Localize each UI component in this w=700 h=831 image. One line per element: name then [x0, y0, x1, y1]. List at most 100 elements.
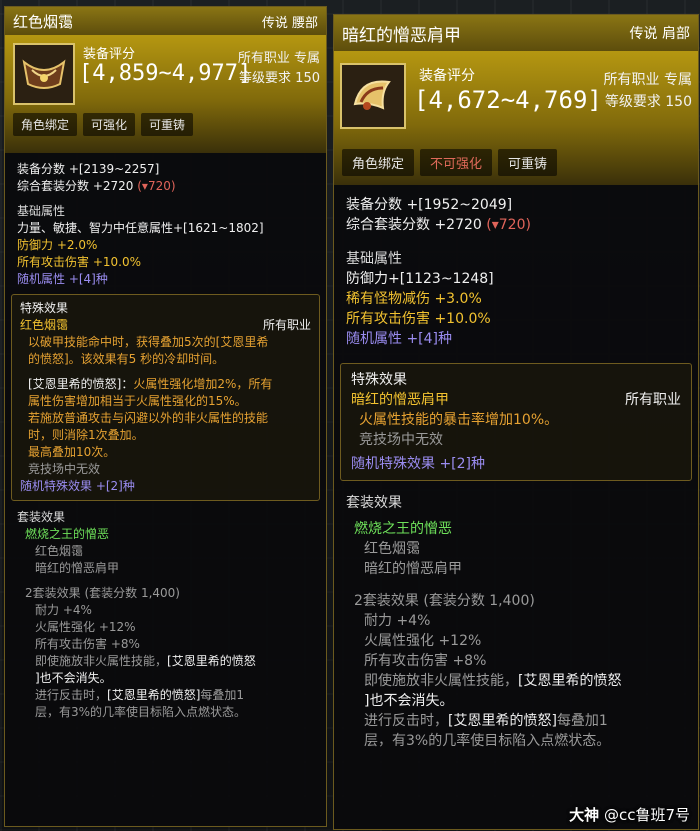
score-label: 装备评分: [83, 47, 136, 62]
set-name: 燃烧之王的憎恶: [25, 527, 110, 541]
base-attr-heading: 基础属性: [17, 204, 66, 218]
set-score-line: 综合套装分数 +2720 (▾720): [17, 178, 314, 195]
base-attr-3: 所有攻击伤害 +10.0%: [346, 311, 491, 327]
special-line: 竞技场中无效: [28, 462, 101, 476]
set-score-line: 综合套装分数 +2720 (▾720): [346, 215, 686, 235]
set-bonus-term: [艾恩里希的愤怒: [167, 654, 256, 668]
set-bonus-line: 所有攻击伤害 +8%: [364, 653, 487, 669]
item-grade-slot: 传说 肩部: [629, 26, 690, 42]
set-bonus-line: 火属性强化 +12%: [364, 633, 482, 649]
watermark: 大神 @cc鲁班7号: [569, 804, 690, 825]
tag-bind: 角色绑定: [13, 113, 78, 136]
special-name: 暗红的憎恶肩甲: [351, 392, 449, 408]
special-line: 最高叠加10次。: [28, 445, 116, 459]
tooltip-body: 装备分数 +[2139~2257] 综合套装分数 +2720 (▾720) 基础…: [5, 153, 326, 729]
set-item: 暗红的憎恶肩甲: [35, 561, 120, 575]
tag-bind: 角色绑定: [342, 149, 415, 176]
base-attr-2: 防御力 +2.0%: [17, 238, 98, 252]
set-bonus-term: [艾恩里希的愤怒: [518, 673, 622, 689]
set-bonus-text: 每叠加1: [556, 713, 608, 729]
special-line: 若施放普通攻击与闪避以外的非火属性的技能: [28, 411, 269, 425]
tooltip-header: 装备评分 [4,672~4,769] 所有职业 专属 等级要求 150 角色绑定…: [334, 51, 698, 185]
set-bonus-text: 即使施放非火属性技能，: [364, 673, 518, 689]
class-restriction: 所有职业 专属: [237, 51, 320, 66]
watermark-brand: 大神: [569, 806, 600, 824]
set-bonus-term: [艾恩里希的愤怒]: [107, 688, 201, 702]
tag-reinforce: 可强化: [83, 113, 136, 136]
special-class: 所有职业: [262, 318, 311, 332]
set-bonus-heading: 2套装效果 (套装分数 1,400): [25, 586, 180, 600]
score-range: [4,859~4,977]: [79, 61, 252, 86]
level-requirement: 等级要求 150: [239, 71, 320, 86]
set-bonus-line: 耐力 +4%: [35, 603, 92, 617]
set-bonus-text: 即使施放非火属性技能，: [35, 654, 168, 668]
random-attr: 随机属性 +[4]种: [17, 272, 108, 286]
set-score-drop: (▾720): [137, 179, 176, 193]
special-class: 所有职业: [625, 392, 681, 408]
item-tooltip-left: 红色烟霭 传说 腰部 装备评分 [4,859~4,977] 所有职业 专属 等级…: [4, 6, 327, 827]
special-text: 火属性强化增加2%，所有: [133, 377, 273, 391]
base-attr-2: 稀有怪物减伤 +3.0%: [346, 291, 482, 307]
special-random: 随机特殊效果 +[2]种: [20, 479, 135, 493]
special-effect-box: 特殊效果 红色烟霭 所有职业 以破甲技能命中时，获得叠加5次的[艾恩里希 的愤怒…: [11, 294, 320, 501]
set-score-drop: (▾720): [486, 217, 531, 233]
special-line: 竞技场中无效: [359, 432, 443, 448]
set-bonus-line: 层，有3%的几率使目标陷入点燃状态。: [364, 733, 611, 749]
set-bonus-line: 火属性强化 +12%: [35, 620, 136, 634]
set-bonus-line: 即使施放非火属性技能，[艾恩里希的愤怒: [17, 653, 314, 670]
item-tooltip-right: 暗红的憎恶肩甲 传说 肩部 装备评分 [4,672~4,769] 所有职业 专属…: [333, 14, 699, 830]
special-line: 以破甲技能命中时，获得叠加5次的[艾恩里希: [28, 335, 269, 349]
tag-row: 角色绑定 可强化 可重铸: [13, 113, 194, 136]
tooltip-header: 装备评分 [4,859~4,977] 所有职业 专属 等级要求 150 角色绑定…: [5, 35, 326, 153]
base-attr-1: 力量、敏捷、智力中任意属性+[1621~1802]: [17, 221, 264, 235]
tag-reforge: 可重铸: [498, 149, 558, 176]
level-requirement: 等级要求 150: [604, 94, 692, 110]
belt-icon: [13, 43, 75, 105]
score-range: [4,672~4,769]: [414, 86, 602, 114]
set-bonus-text: 进行反击时，: [364, 713, 448, 729]
set-bonus-text: 进行反击时，: [35, 688, 108, 702]
item-grade-slot: 传说 腰部: [261, 15, 318, 31]
watermark-handle: @cc鲁班7号: [603, 806, 690, 824]
set-bonus-line: 耐力 +4%: [364, 613, 431, 629]
set-bonus-line: 进行反击时，[艾恩里希的愤怒]每叠加1: [346, 711, 686, 731]
set-bonus-line: 所有攻击伤害 +8%: [35, 637, 140, 651]
set-bonus-term: [艾恩里希的愤怒]: [448, 713, 557, 729]
equip-score: 装备分数 +[1952~2049]: [346, 197, 513, 213]
item-name: 暗红的憎恶肩甲: [342, 25, 461, 46]
base-attr-3: 所有攻击伤害 +10.0%: [17, 255, 141, 269]
set-bonus-text: 每叠加1: [200, 688, 245, 702]
set-heading: 套装效果: [346, 495, 402, 511]
tooltip-titlebar: 红色烟霭 传说 腰部: [5, 7, 326, 35]
tooltip-titlebar: 暗红的憎恶肩甲 传说 肩部: [334, 15, 698, 51]
tooltip-body: 装备分数 +[1952~2049] 综合套装分数 +2720 (▾720) 基础…: [334, 185, 698, 761]
class-restriction: 所有职业 专属: [603, 72, 692, 88]
set-score: 综合套装分数 +2720: [346, 217, 482, 233]
special-line: 属性伤害增加相当于火属性强化的15%。: [28, 394, 247, 408]
set-bonus-line: ]也不会消失。: [364, 693, 454, 709]
random-attr: 随机属性 +[4]种: [346, 331, 453, 347]
special-term: [艾恩里希的愤怒]：: [28, 377, 134, 391]
special-line: 的愤怒]。该效果有5 秒的冷却时间。: [28, 352, 225, 366]
set-bonus-line: ]也不会消失。: [35, 671, 112, 685]
special-effect-box: 特殊效果 暗红的憎恶肩甲 所有职业 火属性技能的暴击率增加10%。 竞技场中无效…: [340, 363, 692, 481]
score-label: 装备评分: [419, 68, 475, 84]
base-attr-heading: 基础属性: [346, 251, 402, 267]
item-name: 红色烟霭: [13, 12, 74, 31]
set-bonus-line: 进行反击时，[艾恩里希的愤怒]每叠加1: [17, 687, 314, 704]
set-heading: 套装效果: [17, 510, 66, 524]
special-line: [艾恩里希的愤怒]：火属性强化增加2%，所有: [20, 376, 311, 393]
shoulder-armor-icon: [340, 63, 406, 129]
set-item: 红色烟霭: [364, 541, 420, 557]
tag-row: 角色绑定 不可强化 可重铸: [342, 149, 558, 176]
special-line: 时，则消除1次叠加。: [28, 428, 144, 442]
set-bonus-heading: 2套装效果 (套装分数 1,400): [354, 593, 535, 609]
special-line: 火属性技能的暴击率增加10%。: [359, 412, 559, 428]
set-name: 燃烧之王的憎恶: [354, 521, 452, 537]
set-item: 红色烟霭: [35, 544, 84, 558]
set-item: 暗红的憎恶肩甲: [364, 561, 462, 577]
special-random: 随机特殊效果 +[2]种: [351, 456, 486, 472]
base-attr-1: 防御力+[1123~1248]: [346, 271, 494, 287]
set-score: 综合套装分数 +2720: [17, 179, 134, 193]
set-bonus-line: 即使施放非火属性技能，[艾恩里希的愤怒: [346, 671, 686, 691]
